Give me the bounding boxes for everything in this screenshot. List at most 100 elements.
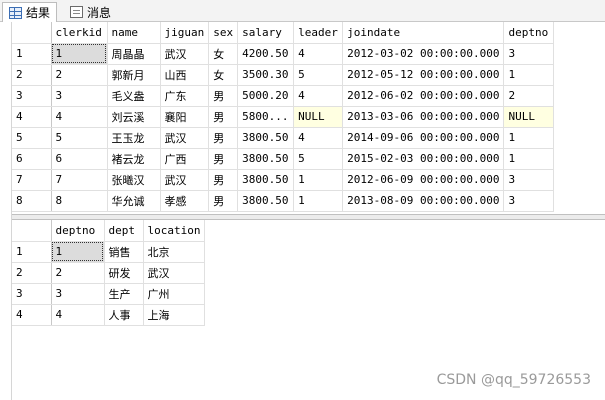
- table-cell[interactable]: 王玉龙: [107, 127, 161, 149]
- table-row[interactable]: 4 4 人事 上海: [12, 304, 206, 326]
- table-cell[interactable]: 周晶晶: [107, 43, 161, 65]
- table-cell[interactable]: 2012-06-09 00:00:00.000: [342, 169, 505, 191]
- table-cell[interactable]: 2012-06-02 00:00:00.000: [342, 85, 505, 107]
- table-cell[interactable]: 武汉: [160, 43, 210, 65]
- column-header[interactable]: sex: [208, 22, 239, 44]
- table-row[interactable]: 8 8 华允诚 孝感男 3800.50 1 2013-08-09 00:00:00.000 3: [12, 190, 555, 212]
- table-row[interactable]: 1 1 销售 北京: [12, 241, 206, 263]
- table-cell[interactable]: 5: [51, 127, 108, 149]
- table-cell[interactable]: 山西: [160, 64, 210, 86]
- row-number[interactable]: 4: [12, 304, 52, 326]
- row-header-corner[interactable]: [12, 220, 52, 242]
- table-row[interactable]: 1 1 周晶晶 武汉女 4200.50 4 2012-03-02 00:00:00.000 3: [12, 43, 555, 65]
- table-cell[interactable]: 男: [208, 85, 239, 107]
- table-row[interactable]: 3 3 生产 广州: [12, 283, 206, 305]
- row-number[interactable]: 2: [12, 262, 52, 284]
- row-number[interactable]: 3: [12, 85, 52, 107]
- table-cell[interactable]: 2013-03-06 00:00:00.000: [342, 106, 505, 128]
- result-grid-1[interactable]: clerkid name jiguan sex salary leader joindate…: [12, 22, 605, 214]
- table-cell[interactable]: 男: [208, 169, 239, 191]
- column-header[interactable]: deptno: [503, 22, 555, 44]
- table-cell[interactable]: 男: [208, 106, 239, 128]
- table-row[interactable]: 2 2 研发 武汉: [12, 262, 206, 284]
- table-row[interactable]: 2 2 郭新月 山西女 3500.30 5 2012-05-12 00:00:00.000 1: [12, 64, 555, 86]
- table-cell[interactable]: 3: [51, 85, 108, 107]
- table-cell[interactable]: 2: [503, 85, 555, 107]
- table-cell[interactable]: 8: [51, 190, 108, 212]
- table-cell[interactable]: 广东: [160, 85, 210, 107]
- table-cell[interactable]: 3: [503, 190, 555, 212]
- row-number[interactable]: 5: [12, 127, 52, 149]
- table-cell[interactable]: 4: [293, 85, 344, 107]
- table-row[interactable]: 6 6 褚云龙 广西男 3800.50 5 2015-02-03 00:00:00.000 1: [12, 148, 555, 170]
- column-header[interactable]: clerkid: [51, 22, 108, 44]
- row-header-corner[interactable]: [12, 22, 52, 44]
- table-cell[interactable]: 3: [503, 169, 555, 191]
- row-number[interactable]: 8: [12, 190, 52, 212]
- table-cell[interactable]: 3800.50: [237, 169, 295, 191]
- table-cell[interactable]: 1: [503, 127, 555, 149]
- table-cell[interactable]: 女: [208, 43, 239, 65]
- column-header[interactable]: jiguan: [160, 22, 210, 44]
- table-cell[interactable]: 2012-03-02 00:00:00.000: [342, 43, 505, 65]
- table-cell[interactable]: 张曦汉: [107, 169, 161, 191]
- table-cell[interactable]: 1: [51, 241, 105, 263]
- table-cell[interactable]: 2: [51, 64, 108, 86]
- row-number[interactable]: 1: [12, 241, 52, 263]
- table-cell[interactable]: 男: [208, 127, 239, 149]
- table-cell[interactable]: 5800...: [237, 106, 295, 128]
- column-header[interactable]: name: [107, 22, 161, 44]
- column-header[interactable]: dept: [104, 220, 144, 242]
- table-cell[interactable]: 男: [208, 190, 239, 212]
- table-cell[interactable]: 1: [51, 43, 108, 65]
- table-cell[interactable]: 5: [293, 148, 344, 170]
- table-cell[interactable]: 2012-05-12 00:00:00.000: [342, 64, 505, 86]
- table-cell[interactable]: 5000.20: [237, 85, 295, 107]
- row-number[interactable]: 4: [12, 106, 52, 128]
- table-cell[interactable]: 武汉: [160, 127, 210, 149]
- table-cell[interactable]: 毛义盎: [107, 85, 161, 107]
- table-cell[interactable]: 北京: [143, 241, 206, 263]
- table-cell[interactable]: 1: [293, 169, 344, 191]
- table-cell[interactable]: 3: [51, 283, 105, 305]
- table-cell[interactable]: 武汉: [160, 169, 210, 191]
- table-cell[interactable]: 男: [208, 148, 239, 170]
- table-cell[interactable]: 广州: [143, 283, 206, 305]
- row-number[interactable]: 2: [12, 64, 52, 86]
- table-cell[interactable]: NULL: [293, 106, 344, 128]
- table-row[interactable]: 3 3 毛义盎 广东男 5000.20 4 2012-06-02 00:00:00.000 2: [12, 85, 555, 107]
- table-cell[interactable]: 4: [293, 43, 344, 65]
- table-cell[interactable]: 广西: [160, 148, 210, 170]
- column-header[interactable]: leader: [293, 22, 344, 44]
- table-cell[interactable]: 褚云龙: [107, 148, 161, 170]
- table-cell[interactable]: 3800.50: [237, 127, 295, 149]
- table-cell[interactable]: 5: [293, 64, 344, 86]
- table-cell[interactable]: 刘云溪: [107, 106, 161, 128]
- table-cell[interactable]: 4: [51, 106, 108, 128]
- table-cell[interactable]: 3800.50: [237, 148, 295, 170]
- table-cell[interactable]: 2014-09-06 00:00:00.000: [342, 127, 505, 149]
- table-cell[interactable]: 生产: [104, 283, 144, 305]
- row-number[interactable]: 1: [12, 43, 52, 65]
- table-cell[interactable]: 2015-02-03 00:00:00.000: [342, 148, 505, 170]
- table-cell[interactable]: NULL: [503, 106, 555, 128]
- table-cell[interactable]: 3: [503, 43, 555, 65]
- table-cell[interactable]: 6: [51, 148, 108, 170]
- tab-messages[interactable]: 消息: [64, 2, 117, 22]
- table-cell[interactable]: 3800.50: [237, 190, 295, 212]
- table-cell[interactable]: 3500.30: [237, 64, 295, 86]
- table-cell[interactable]: 郭新月: [107, 64, 161, 86]
- table-cell[interactable]: 销售: [104, 241, 144, 263]
- table-cell[interactable]: 武汉: [143, 262, 206, 284]
- table-cell[interactable]: 2: [51, 262, 105, 284]
- table-cell[interactable]: 女: [208, 64, 239, 86]
- table-cell[interactable]: 1: [293, 190, 344, 212]
- row-number[interactable]: 3: [12, 283, 52, 305]
- table-cell[interactable]: 4: [293, 127, 344, 149]
- column-header[interactable]: salary: [237, 22, 295, 44]
- table-cell[interactable]: 孝感: [160, 190, 210, 212]
- table-cell[interactable]: 4: [51, 304, 105, 326]
- table-cell[interactable]: 襄阳: [160, 106, 210, 128]
- row-number[interactable]: 6: [12, 148, 52, 170]
- table-row[interactable]: 4 4 刘云溪 襄阳男 5800... NULL 2013-03-06 00:00:00.0…: [12, 106, 555, 128]
